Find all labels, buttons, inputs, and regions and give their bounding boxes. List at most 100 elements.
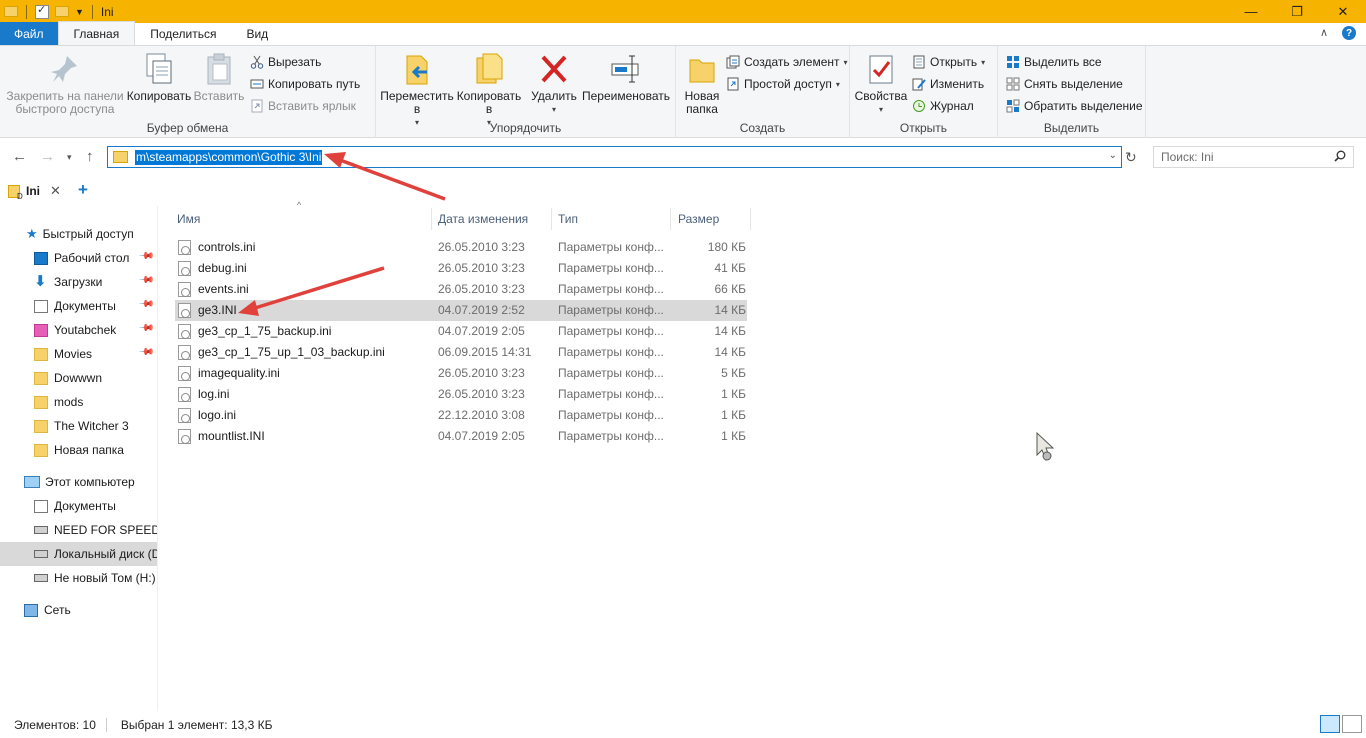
open-group-label: Открыть — [899, 121, 948, 135]
nav-item-desktop[interactable]: Рабочий стол 📌 — [0, 246, 157, 270]
edit-button[interactable]: Изменить — [912, 74, 984, 94]
column-header-date[interactable]: Дата изменения — [438, 206, 553, 232]
column-header-type[interactable]: Тип — [558, 206, 668, 232]
column-divider[interactable] — [551, 208, 552, 230]
column-divider[interactable] — [750, 208, 751, 230]
file-row[interactable]: mountlist.INI 04.07.2019 2:05 Параметры ко… — [175, 426, 747, 447]
search-input[interactable]: Поиск: Ini — [1153, 146, 1354, 168]
move-to-button[interactable]: Переместить в ▾ — [380, 52, 454, 129]
folder-tab-strip: D Ini ✕ + — [0, 174, 1366, 206]
file-row[interactable]: ge3_cp_1_75_up_1_03_backup.ini 06.09.2015… — [175, 342, 747, 363]
copy-icon — [146, 53, 172, 84]
maximize-button[interactable]: ❐ — [1274, 0, 1320, 23]
file-row[interactable]: controls.ini 26.05.2010 3:23 Параметры кон… — [175, 237, 747, 258]
select-none-button[interactable]: Снять выделение — [1006, 74, 1123, 94]
add-tab-icon[interactable]: + — [78, 180, 88, 200]
history-button[interactable]: Журнал — [912, 96, 974, 116]
delete-button[interactable]: Удалить ▾ — [530, 52, 578, 116]
new-item-button[interactable]: Создать элемент ▾ — [726, 52, 848, 72]
file-name: events.ini — [198, 282, 249, 296]
divider — [105, 717, 107, 732]
chevron-down-icon[interactable]: ▼ — [75, 7, 84, 17]
ini-file-icon — [178, 303, 191, 318]
invert-selection-button[interactable]: Обратить выделение — [1006, 96, 1143, 116]
tab-file[interactable]: Файл — [0, 22, 58, 45]
folder-pink-icon — [34, 323, 48, 337]
column-divider[interactable] — [670, 208, 671, 230]
pin-icon: 📌 — [137, 320, 155, 337]
close-button[interactable]: ✕ — [1320, 0, 1366, 23]
nav-quick-access[interactable]: ★ Быстрый доступ — [0, 222, 157, 246]
copy-to-button[interactable]: Копировать в ▾ — [454, 52, 524, 129]
column-divider[interactable] — [431, 208, 432, 230]
file-name: logo.ini — [198, 408, 237, 422]
nav-pc-documents[interactable]: Документы — [0, 494, 157, 518]
file-size: 1 КБ — [721, 408, 746, 422]
folder-icon — [34, 419, 48, 433]
folder-tab[interactable]: D Ini ✕ — [8, 180, 61, 202]
nav-item-the-witcher-3[interactable]: The Witcher 3 — [0, 414, 157, 438]
chevron-up-icon[interactable]: ∧ — [1320, 26, 1328, 40]
copy-path-button[interactable]: Копировать путь — [250, 74, 360, 94]
file-size: 14 КБ — [714, 324, 746, 338]
copy-button[interactable]: Копировать — [126, 52, 192, 103]
large-icons-view-button[interactable] — [1342, 715, 1362, 733]
nav-item-dowwwn[interactable]: Dowwwn — [0, 366, 157, 390]
select-all-button[interactable]: Выделить все — [1006, 52, 1102, 72]
close-icon[interactable]: ✕ — [50, 183, 61, 199]
properties-icon[interactable] — [35, 3, 49, 19]
delete-icon — [541, 55, 567, 83]
refresh-icon[interactable]: ↻ — [1125, 149, 1137, 166]
column-header-name[interactable]: Имя — [177, 206, 427, 232]
nav-drive-h[interactable]: Не новый Том (H:) — [0, 566, 157, 590]
file-row[interactable]: events.ini 26.05.2010 3:23 Параметры конф.… — [175, 279, 747, 300]
nav-item-movies[interactable]: Movies 📌 — [0, 342, 157, 366]
back-arrow-icon[interactable]: ← — [12, 148, 27, 165]
file-row[interactable]: log.ini 26.05.2010 3:23 Параметры конф... 1… — [175, 384, 747, 405]
nav-item-mods[interactable]: mods — [0, 390, 157, 414]
details-view-button[interactable] — [1320, 715, 1340, 733]
file-row[interactable]: debug.ini 26.05.2010 3:23 Параметры конф..… — [175, 258, 747, 279]
easy-access-button[interactable]: Простой доступ ▾ — [726, 74, 840, 94]
nav-drive-c[interactable]: NEED FOR SPEED (C — [0, 518, 157, 542]
file-row[interactable]: ge3_cp_1_75_backup.ini 04.07.2019 2:05 Пар… — [175, 321, 747, 342]
tab-home[interactable]: Главная — [57, 21, 136, 45]
up-arrow-icon[interactable]: ↑ — [86, 148, 94, 165]
nav-item-youtabchek[interactable]: Youtabchek 📌 — [0, 318, 157, 342]
address-row: ← → ▾ ↑ m\steamapps\common\Gothic 3\Ini … — [0, 138, 1366, 174]
network-icon — [24, 603, 38, 617]
folder-icon — [34, 395, 48, 409]
recent-locations-chevron-icon[interactable]: ▾ — [67, 152, 72, 163]
open-button[interactable]: Открыть ▾ — [912, 52, 985, 72]
paste-button[interactable]: Вставить — [194, 52, 244, 103]
file-row[interactable]: ge3.INI 04.07.2019 2:52 Параметры конф... 1… — [175, 300, 747, 321]
tab-share[interactable]: Поделиться — [135, 22, 231, 45]
nav-item-downloads[interactable]: ⬇ Загрузки 📌 — [0, 270, 157, 294]
file-name: ge3_cp_1_75_up_1_03_backup.ini — [198, 345, 385, 359]
address-bar[interactable]: m\steamapps\common\Gothic 3\Ini ⌄ — [107, 146, 1122, 168]
paste-shortcut-button[interactable]: Вставить ярлык — [250, 96, 356, 116]
chevron-down-icon[interactable]: ⌄ — [1109, 150, 1117, 161]
file-row[interactable]: imagequality.ini 26.05.2010 3:23 Параметры… — [175, 363, 747, 384]
new-folder-icon[interactable] — [55, 6, 69, 17]
properties-button[interactable]: Свойства ▾ — [854, 52, 908, 116]
rename-button[interactable]: Переименовать — [580, 52, 672, 103]
file-size: 1 КБ — [721, 387, 746, 401]
nav-item-new-folder[interactable]: Новая папка — [0, 438, 157, 462]
forward-arrow-icon[interactable]: → — [40, 148, 55, 165]
nav-network[interactable]: Сеть — [0, 598, 157, 622]
address-path[interactable]: m\steamapps\common\Gothic 3\Ini — [135, 149, 323, 165]
column-header-size[interactable]: Размер — [678, 206, 748, 232]
cut-button[interactable]: Вырезать — [250, 52, 321, 72]
nav-this-pc[interactable]: Этот компьютер — [0, 470, 157, 494]
tab-view[interactable]: Вид — [231, 22, 283, 45]
new-folder-button[interactable]: Новая папка — [680, 52, 724, 116]
help-icon[interactable]: ? — [1342, 26, 1356, 40]
pin-quick-access-button[interactable]: Закрепить на панели быстрого доступа — [6, 52, 124, 116]
nav-drive-d[interactable]: Локальный диск (D — [0, 542, 157, 566]
file-type: Параметры конф... — [558, 429, 664, 443]
nav-item-documents[interactable]: Документы 📌 — [0, 294, 157, 318]
divider — [26, 4, 27, 19]
minimize-button[interactable]: — — [1228, 0, 1274, 23]
file-row[interactable]: logo.ini 22.12.2010 3:08 Параметры конф...… — [175, 405, 747, 426]
